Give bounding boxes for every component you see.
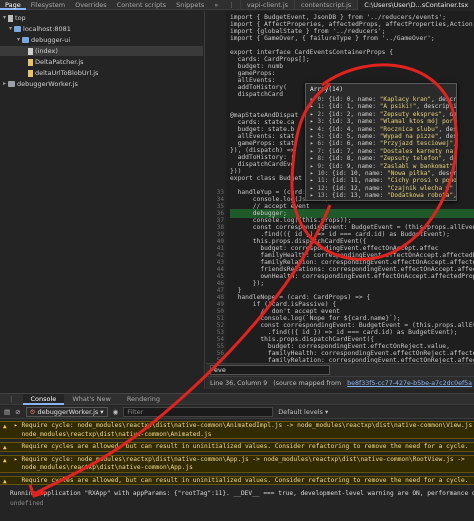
editor-search-bar: eve: [206, 363, 474, 376]
code-line[interactable]: familyRelation: correspondingEvent.effec…: [230, 356, 474, 363]
gear-icon: [8, 81, 16, 87]
document-icon: [28, 47, 33, 55]
warning-icon: ▲: [3, 444, 7, 451]
console-undefined[interactable]: undefined: [10, 499, 44, 508]
frame-icon: [8, 14, 14, 22]
editor-tab-contentscript[interactable]: contentscript.js: [294, 0, 357, 10]
warning-text: ▸ Require cycle: node_modules\reactxp\di…: [14, 422, 473, 438]
search-input[interactable]: eve: [210, 365, 330, 375]
drawer-menu-icon[interactable]: ⋮: [0, 394, 23, 405]
item-name: "Dodatkowa robota": [387, 192, 454, 200]
tab-whats-new[interactable]: What's New: [64, 394, 119, 405]
item-rest: , de: [453, 192, 457, 200]
source-mapped-label: (source mapped from: [273, 379, 342, 387]
folder-icon: [22, 37, 30, 43]
line-number[interactable]: 57: [206, 356, 224, 363]
sidebar-toggle-icon[interactable]: ▤: [4, 408, 10, 416]
sources-top-bar: Page Filesystem Overrides Content script…: [0, 0, 474, 10]
js-file-icon: [28, 69, 33, 77]
console-warning[interactable]: ▲ ▸ Require cycle: node_modules\reactxp\d…: [0, 421, 474, 439]
file-navigator: ▾ top ▾ localhost:8081 ▾ debugger-ui (in…: [0, 11, 205, 389]
more-tabs-icon[interactable]: »: [209, 0, 223, 10]
warning-text: ▸ Require cycle: node_modules\reactxp\di…: [14, 455, 465, 472]
filter-input[interactable]: Filter: [123, 407, 274, 417]
warning-text: Require cycles are allowed, but can resu…: [14, 476, 469, 484]
eye-icon[interactable]: ◉: [113, 408, 119, 416]
item-id: 13: [350, 192, 358, 200]
tab-rendering[interactable]: Rendering: [119, 394, 168, 405]
tab-console[interactable]: Console: [22, 393, 65, 405]
drawer-tabs: ⋮ Console What's New Rendering: [0, 393, 474, 405]
array-item[interactable]: ▸ 13: {id: 13, name: "Dodatkowa robota",…: [310, 191, 457, 200]
console-toolbar: ▤ ⊘ ⚙ debuggerWorker.js ▾ ◉ Filter Defau…: [0, 406, 474, 419]
array-index: 13: [317, 192, 325, 200]
tree-node-worker[interactable]: ▸ debuggerWorker.js: [3, 79, 78, 89]
tree-node-deltaurltoblob[interactable]: deltaUrlToBlobUrl.js: [28, 68, 98, 78]
editor-tab-container-tsx[interactable]: C:\Users\User\D...sContainer.tsx: [357, 0, 474, 10]
expand-arrow-icon[interactable]: ▾: [17, 35, 20, 45]
variable-preview-popup: Array(14) ▸ 0: {id: 0, name: "Kaplacy kr…: [305, 83, 457, 201]
cloud-icon: [14, 26, 22, 32]
clear-console-icon[interactable]: ⊘: [15, 408, 20, 416]
console-output[interactable]: ▲ ▸ Require cycle: node_modules\reactxp\d…: [0, 420, 474, 521]
worker-icon: ⚙: [29, 407, 36, 416]
punctuation: , name:: [357, 192, 388, 200]
cursor-position: Line 36, Column 9: [210, 379, 268, 387]
tab-overrides[interactable]: Overrides: [70, 0, 112, 10]
editor-status-bar: Line 36, Column 9 (source mapped from be…: [206, 376, 474, 389]
tab-snippets[interactable]: Snippets: [171, 0, 209, 10]
warning-text: Require cycles are allowed, but can resu…: [14, 443, 469, 450]
warning-icon: ▲: [3, 456, 7, 464]
log-levels-dropdown[interactable]: Default levels ▾: [278, 408, 328, 416]
tree-node-index[interactable]: (index): [0, 46, 203, 56]
console-warning[interactable]: ▲ Require cycles are allowed, but can re…: [0, 475, 474, 485]
expand-arrow-icon[interactable]: ▸: [3, 79, 6, 89]
popup-title: Array(14): [310, 86, 344, 93]
tree-node-debugger-ui[interactable]: ▾ debugger-ui: [17, 35, 70, 45]
punctuation: : {id:: [324, 192, 351, 200]
expand-arrow-icon[interactable]: ▾: [3, 13, 6, 23]
warning-icon: ▲: [3, 477, 7, 485]
source-map-link[interactable]: be8f33f5-cc77-427e-b5be-a7c2dc0ef5a: [347, 380, 472, 387]
tab-filesystem[interactable]: Filesystem: [26, 0, 70, 10]
editor-tab-vapi-client[interactable]: vapi-client.js: [239, 0, 294, 10]
tab-content-scripts[interactable]: Content scripts: [112, 0, 171, 10]
tree-node-top[interactable]: ▾ top: [3, 13, 26, 23]
js-file-icon: [28, 58, 33, 66]
kebab-menu-icon[interactable]: ⋮: [223, 0, 240, 10]
warning-icon: ▲: [3, 423, 7, 430]
console-warning[interactable]: ▲ Require cycles are allowed, but can re…: [0, 442, 474, 452]
tree-node-host[interactable]: ▾ localhost:8081: [9, 24, 71, 34]
context-selector[interactable]: ⚙ debuggerWorker.js ▾: [25, 407, 108, 417]
chevron-down-icon: ▾: [100, 407, 104, 416]
tree-node-deltapatcher[interactable]: DeltaPatcher.js: [28, 57, 84, 67]
console-warning[interactable]: ▲ ▸ Require cycle: node_modules\reactxp\d…: [0, 454, 474, 473]
console-log[interactable]: Running application "RXApp" with appPara…: [0, 489, 474, 498]
expand-arrow-icon[interactable]: ▾: [9, 24, 12, 34]
tab-page[interactable]: Page: [0, 0, 26, 10]
